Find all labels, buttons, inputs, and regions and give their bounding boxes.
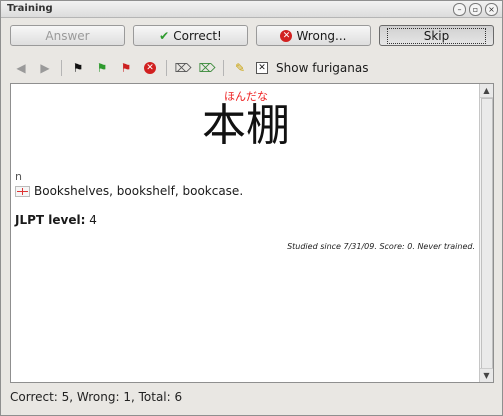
maximize-button[interactable]: ▫ [469, 3, 482, 16]
part-of-speech: n [15, 170, 22, 183]
wrong-button[interactable]: ✕ Wrong... [256, 25, 371, 46]
wrong-x-icon: ✕ [280, 29, 293, 42]
meaning-line: Bookshelves, bookshelf, bookcase. [15, 184, 243, 198]
jlpt-label: JLPT level: [15, 213, 86, 227]
scroll-up-icon[interactable]: ▲ [480, 84, 493, 98]
toolbar-separator [223, 60, 224, 76]
meaning-text: Bookshelves, bookshelf, bookcase. [34, 184, 244, 198]
show-furiganas-label[interactable]: Show furiganas [276, 61, 368, 75]
kanji-word: 本棚 [202, 100, 290, 151]
green-flag-icon[interactable]: ⚑ [92, 59, 112, 77]
red-flag-icon[interactable]: ⚑ [116, 59, 136, 77]
skip-button-label: Skip [386, 27, 487, 44]
window-title: Training [7, 3, 53, 14]
black-flag-icon[interactable]: ⚑ [68, 59, 88, 77]
answer-button[interactable]: Answer [10, 25, 125, 46]
show-furiganas-checkbox[interactable]: ✕ [256, 62, 268, 74]
training-window: Training – ▫ × Answer ✔ Correct! ✕ Wrong… [0, 0, 503, 416]
close-button[interactable]: × [485, 3, 498, 16]
back-arrow-icon[interactable]: ◀ [11, 59, 31, 77]
skip-button[interactable]: Skip [379, 25, 494, 46]
correct-button-label: Correct! [173, 28, 222, 43]
toolbar-separator [166, 60, 167, 76]
wrong-button-label: Wrong... [296, 28, 347, 43]
check-icon: ✔ [159, 28, 170, 43]
scrollbar-thumb[interactable] [481, 98, 493, 370]
answer-button-label: Answer [45, 28, 90, 43]
studied-info: Studied since 7/31/09. Score: 0. Never t… [287, 242, 475, 251]
remove-x-glyph: ✕ [144, 62, 156, 74]
status-bar-text: Correct: 5, Wrong: 1, Total: 6 [10, 390, 183, 404]
answer-button-row: Answer ✔ Correct! ✕ Wrong... Skip [10, 25, 494, 46]
vertical-scrollbar[interactable]: ▲ ▼ [479, 84, 493, 382]
tag-edit-icon[interactable]: ⌦ [197, 59, 217, 77]
english-flag-icon [15, 185, 30, 197]
toolbar-separator [61, 60, 62, 76]
remove-icon[interactable]: ✕ [140, 59, 160, 77]
tag-icon[interactable]: ⌦ [173, 59, 193, 77]
card-display: ほんだな 本棚 n Bookshelves, bookshelf, bookca… [10, 83, 494, 383]
title-bar: Training – ▫ × [1, 1, 502, 18]
minimize-button[interactable]: – [453, 3, 466, 16]
pencil-icon[interactable]: ✎ [230, 59, 250, 77]
jlpt-level: JLPT level: 4 [15, 213, 97, 227]
jlpt-value: 4 [89, 213, 97, 227]
window-controls: – ▫ × [453, 3, 498, 16]
scroll-down-icon[interactable]: ▼ [480, 368, 493, 382]
forward-arrow-icon[interactable]: ▶ [35, 59, 55, 77]
correct-button[interactable]: ✔ Correct! [133, 25, 248, 46]
toolbar: ◀ ▶ ⚑ ⚑ ⚑ ✕ ⌦ ⌦ ✎ ✕ Show furiganas [11, 59, 368, 77]
